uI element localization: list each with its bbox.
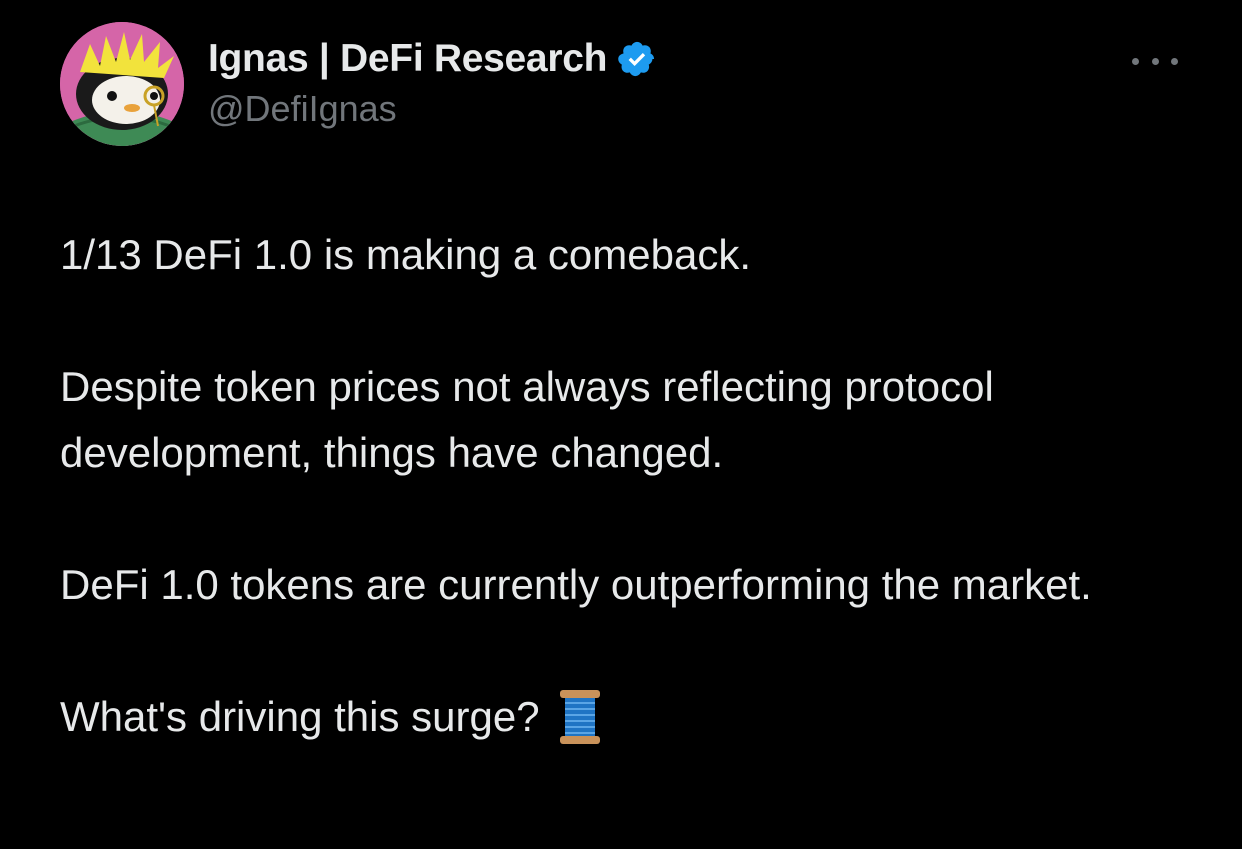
tweet-paragraph: DeFi 1.0 tokens are currently outperform… <box>60 561 1092 608</box>
penguin-avatar-icon <box>60 22 184 146</box>
tweet-text: 1/13 DeFi 1.0 is making a comeback. Desp… <box>60 222 1210 750</box>
verified-badge-icon <box>617 39 657 79</box>
more-dot <box>1171 57 1178 65</box>
tweet-paragraph-last: What's driving this surge? <box>60 684 1210 750</box>
more-dot <box>1132 57 1139 65</box>
author-avatar[interactable] <box>60 22 184 146</box>
more-options-icon[interactable] <box>1128 46 1182 76</box>
tweet-paragraph: Despite token prices not always reflecti… <box>60 363 994 476</box>
tweet-card: Ignas | DeFi Research @DefiIgnas 1/13 De… <box>0 0 1242 849</box>
author-display-name[interactable]: Ignas | DeFi Research <box>208 37 607 81</box>
spool-of-thread-icon <box>556 688 604 746</box>
tweet-paragraph: 1/13 DeFi 1.0 is making a comeback. <box>60 231 751 278</box>
tweet-paragraph: What's driving this surge? <box>60 693 540 740</box>
more-dot <box>1151 57 1159 65</box>
author-handle[interactable]: @DefiIgnas <box>208 88 397 130</box>
author-name-row[interactable]: Ignas | DeFi Research <box>208 36 657 82</box>
